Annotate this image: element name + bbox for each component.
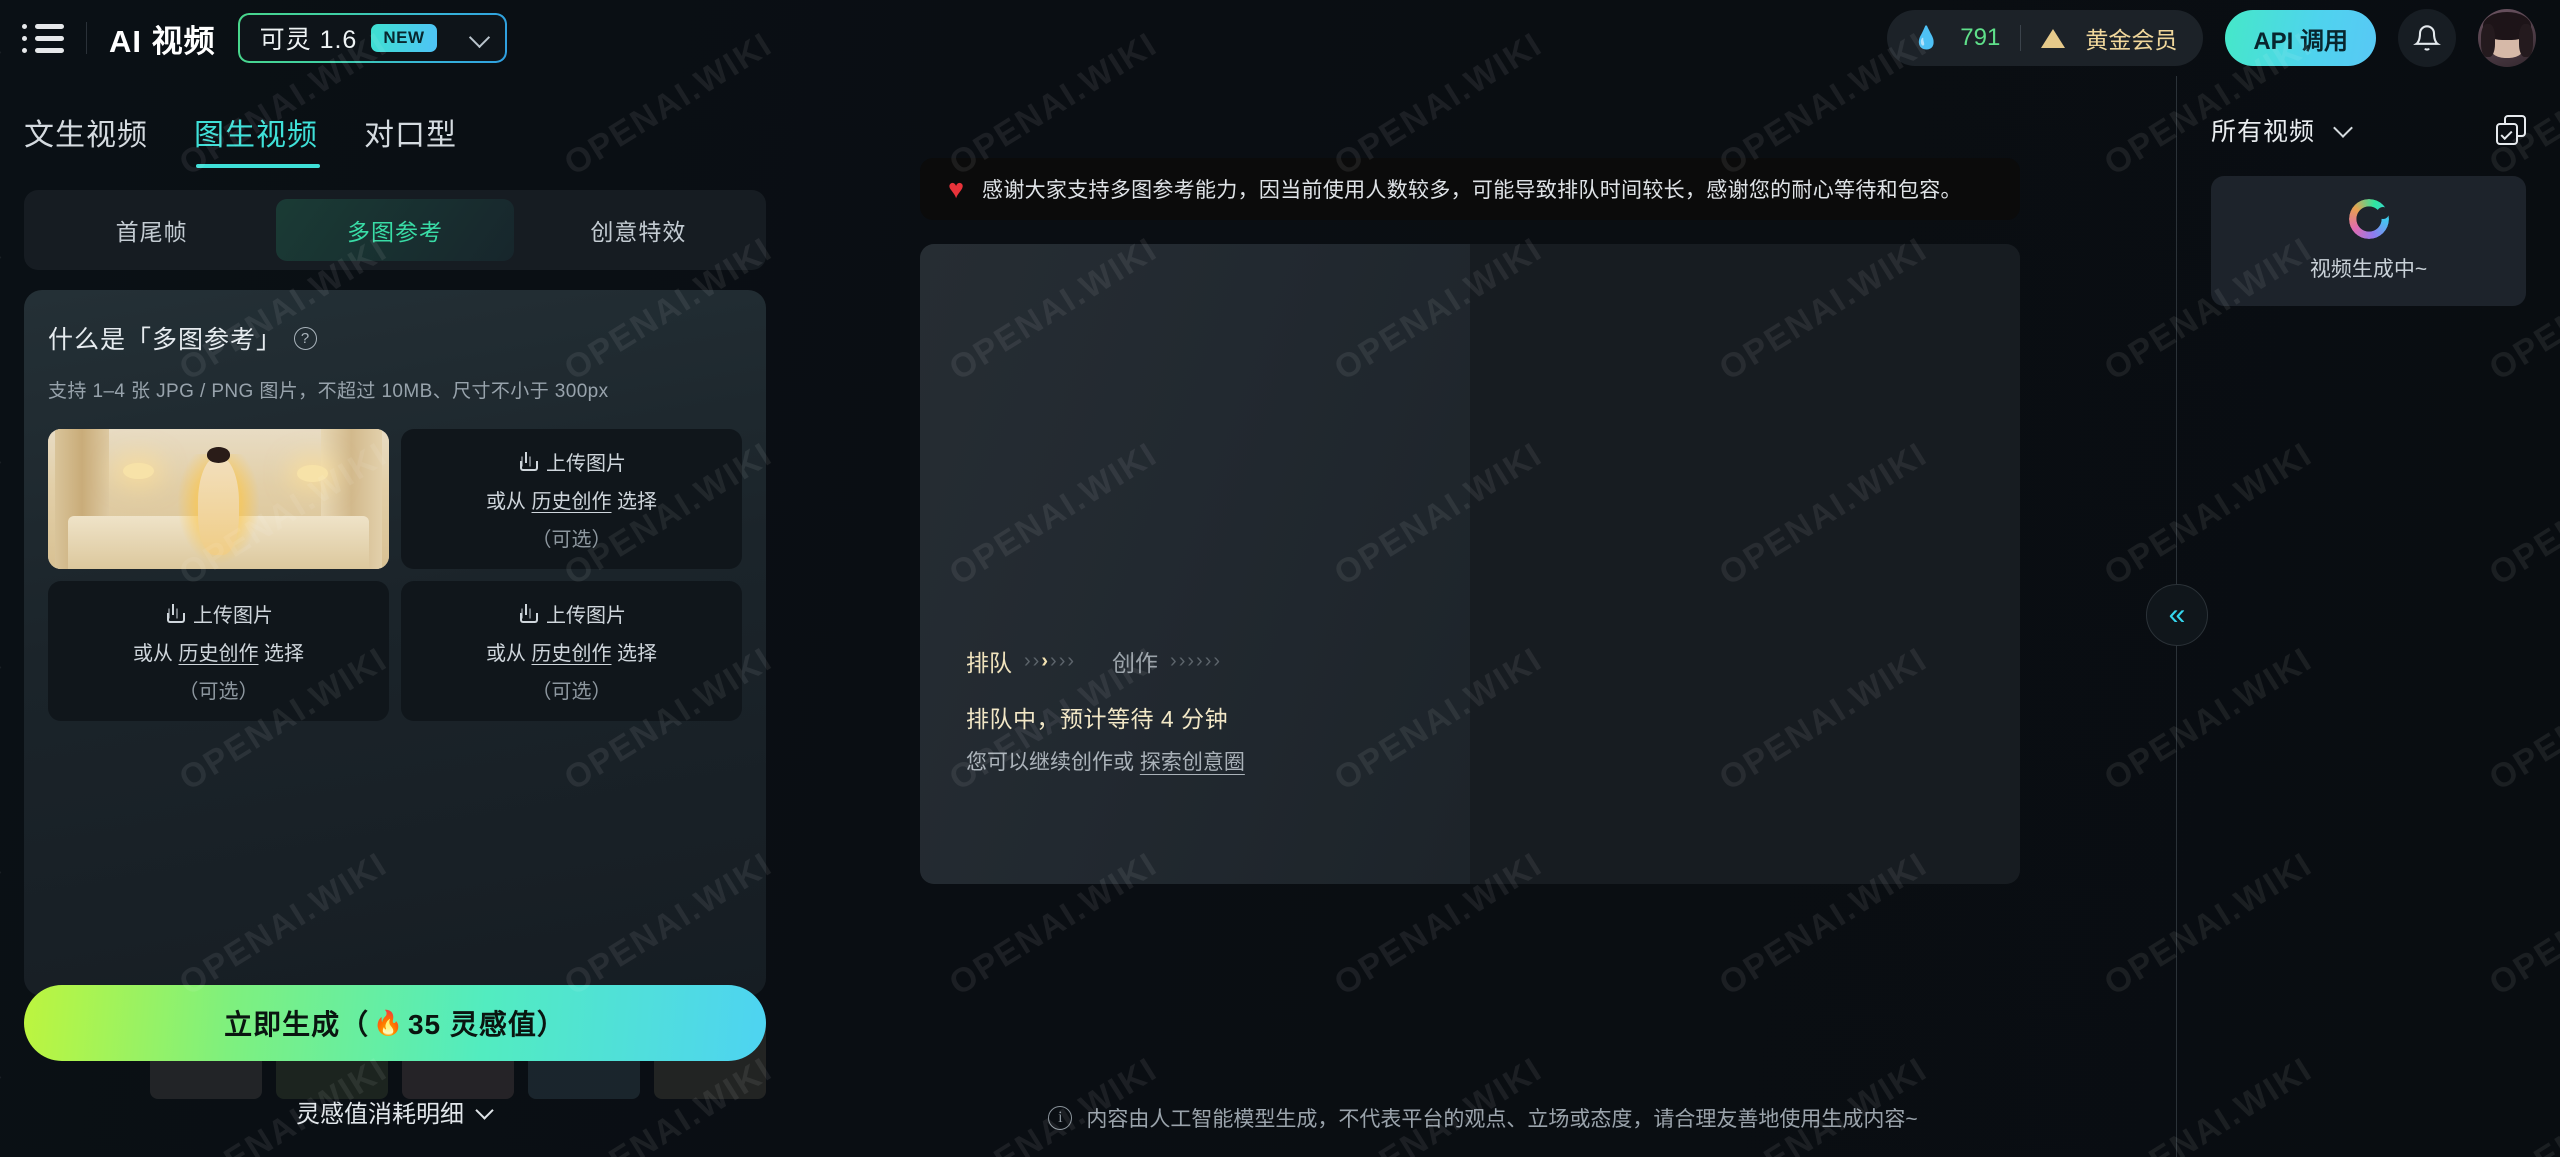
generating-label: 视频生成中~ bbox=[2309, 258, 2428, 281]
generating-video-tile[interactable]: 视频生成中~ bbox=[2211, 176, 2526, 306]
cost-detail-toggle[interactable]: 灵感值消耗明细 bbox=[0, 1094, 790, 1129]
double-chevron-left-icon[interactable]: « bbox=[2146, 584, 2208, 646]
chevron-down-icon bbox=[476, 1103, 494, 1121]
bell-icon bbox=[2413, 25, 2441, 51]
placeholder-right-half bbox=[1470, 244, 2020, 884]
upload-slot-2-line2: 或从 历史创作 选择 bbox=[485, 490, 658, 513]
upload-icon bbox=[164, 603, 185, 623]
app-root: AI 视频 可灵 1.6 NEW 💧 791 黄金会员 API 调用 文生视频 … bbox=[0, 0, 2560, 1157]
upload-icon bbox=[517, 603, 538, 623]
card-title: 什么是「多图参考」 bbox=[48, 326, 283, 354]
top-bar: AI 视频 可灵 1.6 NEW 💧 791 黄金会员 API 调用 bbox=[0, 0, 2560, 76]
notice-banner: ♥ 感谢大家支持多图参考能力，因当前使用人数较多，可能导致排队时间较长，感谢您的… bbox=[920, 158, 2020, 220]
upload-slot-4-line1: 上传图片 bbox=[517, 599, 626, 628]
cost-detail-label: 灵感值消耗明细 bbox=[296, 1101, 464, 1128]
triangle-gold-icon bbox=[2041, 28, 2066, 48]
progress-step-create: 创作 › › › › › › bbox=[1112, 644, 1220, 678]
upload-slot-2[interactable]: 上传图片 或从 历史创作 选择 （可选） bbox=[401, 429, 742, 569]
uploaded-image-preview bbox=[48, 429, 389, 569]
upload-slot-4-line3: （可选） bbox=[531, 680, 612, 703]
flame-icon: 🔥 bbox=[373, 1009, 404, 1037]
toolbar-divider bbox=[86, 22, 87, 54]
left-panel: 文生视频 图生视频 对口型 首尾帧 多图参考 创意特效 什么是「多图参考」 ? … bbox=[0, 76, 790, 1157]
queue-hint: 您可以继续创作或 探索创意圈 bbox=[966, 746, 1245, 776]
explore-community-link[interactable]: 探索创意圈 bbox=[1140, 751, 1245, 774]
upload-slot-2-line1: 上传图片 bbox=[517, 447, 626, 476]
upload-slot-3-line3: （可选） bbox=[178, 680, 259, 703]
notice-text: 感谢大家支持多图参考能力，因当前使用人数较多，可能导致排队时间较长，感谢您的耐心… bbox=[982, 179, 1962, 202]
vip-label: 黄金会员 bbox=[2085, 27, 2178, 53]
progress-step-queue: 排队 › › › › › › bbox=[966, 644, 1074, 678]
progress-arrows-queue: › › › › › › bbox=[1024, 649, 1075, 672]
flame-icon: 💧 bbox=[1912, 25, 1941, 50]
generate-label: 立即生成（ bbox=[224, 1009, 370, 1040]
upload-slot-1[interactable] bbox=[48, 429, 389, 569]
main-content: ♥ 感谢大家支持多图参考能力，因当前使用人数较多，可能导致排队时间较长，感谢您的… bbox=[790, 76, 2176, 1157]
generate-button-wrap: 立即生成（ 🔥 35 灵感值） bbox=[24, 985, 766, 1061]
top-right-group: 💧 791 黄金会员 API 调用 bbox=[1886, 9, 2536, 67]
placeholder-left-half bbox=[920, 244, 1470, 884]
right-panel: 所有视频 视频生成中~ bbox=[2177, 76, 2560, 1157]
upload-slot-grid: 上传图片 或从 历史创作 选择 （可选） 上传图片 或从 历史创作 选择 （可选… bbox=[48, 429, 742, 721]
disclaimer-footer: i 内容由人工智能模型生成，不代表平台的观点、立场或态度，请合理友善地使用生成内… bbox=[790, 1103, 2176, 1133]
tab-text-to-video[interactable]: 文生视频 bbox=[24, 110, 148, 174]
credits-pill[interactable]: 💧 791 黄金会员 bbox=[1886, 10, 2204, 66]
loading-spinner-icon bbox=[2348, 199, 2389, 239]
upload-slot-3[interactable]: 上传图片 或从 历史创作 选择 （可选） bbox=[48, 581, 389, 721]
card-subtitle: 支持 1–4 张 JPG / PNG 图片，不超过 10MB、尺寸不小于 300… bbox=[48, 381, 609, 402]
credits-divider bbox=[2020, 25, 2022, 51]
upload-slot-2-line3: （可选） bbox=[531, 528, 612, 551]
history-link[interactable]: 历史创作 bbox=[532, 491, 612, 513]
list-menu-icon[interactable] bbox=[22, 23, 80, 53]
tab-lipsync[interactable]: 对口型 bbox=[364, 110, 457, 174]
sub-tabs: 首尾帧 多图参考 创意特效 bbox=[24, 190, 766, 270]
subtab-creative-effects[interactable]: 创意特效 bbox=[520, 199, 757, 261]
disclaimer-text: 内容由人工智能模型生成，不代表平台的观点、立场或态度，请合理友善地使用生成内容~ bbox=[1086, 1108, 1918, 1131]
chevron-down-icon bbox=[469, 27, 491, 49]
progress-steps: 排队 › › › › › › 创作 › › › › › › bbox=[966, 644, 1220, 678]
question-circle-icon[interactable]: ? bbox=[294, 326, 318, 350]
info-circle-icon: i bbox=[1048, 1106, 1073, 1130]
queue-hint-prefix: 您可以继续创作或 bbox=[966, 751, 1140, 774]
model-selector[interactable]: 可灵 1.6 NEW bbox=[237, 13, 507, 63]
subtab-first-last-frame[interactable]: 首尾帧 bbox=[33, 199, 270, 261]
card-title-row: 什么是「多图参考」 ? bbox=[48, 320, 742, 356]
history-link[interactable]: 历史创作 bbox=[179, 643, 259, 665]
api-call-button[interactable]: API 调用 bbox=[2225, 10, 2376, 66]
history-link[interactable]: 历史创作 bbox=[532, 643, 612, 665]
upload-slot-4-line2: 或从 历史创作 选择 bbox=[485, 642, 658, 665]
upload-slot-3-line1: 上传图片 bbox=[164, 599, 273, 628]
upload-slot-4[interactable]: 上传图片 或从 历史创作 选择 （可选） bbox=[401, 581, 742, 721]
model-name: 可灵 1.6 bbox=[259, 26, 358, 54]
progress-step-queue-label: 排队 bbox=[966, 650, 1012, 676]
main-tabs: 文生视频 图生视频 对口型 bbox=[0, 76, 790, 174]
multi-image-reference-card: 什么是「多图参考」 ? 支持 1–4 张 JPG / PNG 图片，不超过 10… bbox=[24, 290, 766, 996]
generate-cost: 35 灵感值） bbox=[407, 1009, 566, 1040]
upload-icon bbox=[517, 451, 538, 471]
avatar[interactable] bbox=[2478, 9, 2536, 67]
upload-slot-3-line2: 或从 历史创作 选择 bbox=[132, 642, 305, 665]
video-placeholder-card[interactable]: 排队 › › › › › › 创作 › › › › › › 排队中，预计等待 4 分钟 您可以继续创… bbox=[920, 244, 2020, 884]
notifications-button[interactable] bbox=[2398, 9, 2456, 67]
chevron-down-icon[interactable] bbox=[2333, 119, 2355, 141]
model-new-badge: NEW bbox=[371, 24, 437, 52]
tab-image-to-video[interactable]: 图生视频 bbox=[194, 110, 320, 174]
generate-button[interactable]: 立即生成（ 🔥 35 灵感值） bbox=[24, 985, 766, 1061]
right-panel-header: 所有视频 bbox=[2211, 112, 2526, 148]
queue-status-text: 排队中，预计等待 4 分钟 bbox=[966, 706, 1229, 732]
subtab-multi-image-reference[interactable]: 多图参考 bbox=[276, 199, 514, 261]
progress-arrows-create: › › › › › › bbox=[1170, 649, 1221, 672]
app-title: AI 视频 bbox=[109, 23, 216, 59]
right-panel-title: 所有视频 bbox=[2211, 118, 2316, 146]
heart-icon: ♥ bbox=[948, 173, 965, 204]
multi-select-icon[interactable] bbox=[2496, 115, 2526, 145]
progress-step-create-label: 创作 bbox=[1112, 650, 1159, 676]
credits-amount: 791 bbox=[1960, 24, 2001, 51]
